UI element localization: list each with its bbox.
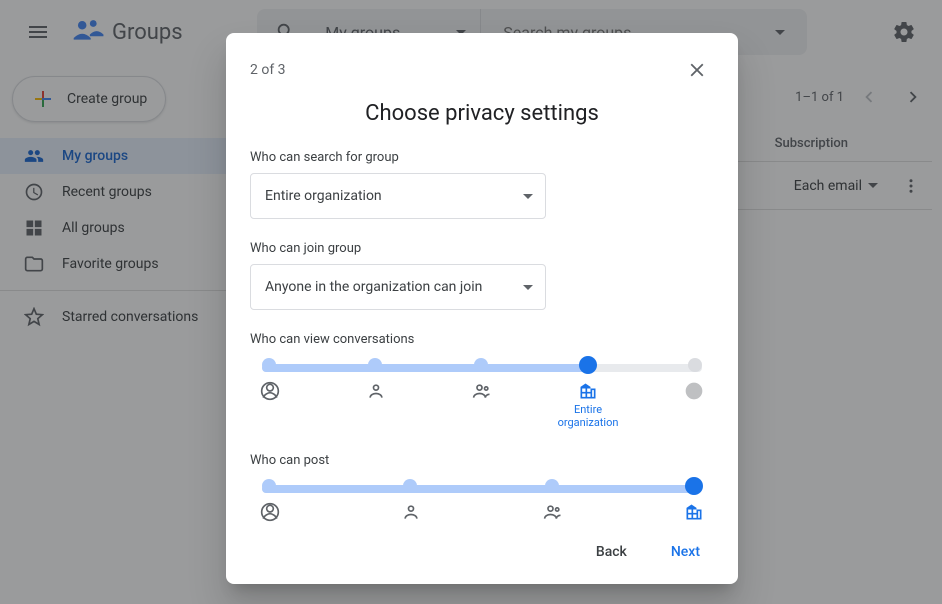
modal-header: 2 of 3 (226, 33, 738, 87)
step-indicator: 2 of 3 (250, 62, 286, 78)
privacy-settings-modal: 2 of 3 Choose privacy settings Who can s… (226, 33, 738, 584)
slider-who-can-view: Who can view conversations (250, 332, 714, 429)
slider-stop-selected[interactable] (580, 357, 596, 373)
slider-option-members (462, 381, 502, 429)
slider-stop[interactable] (262, 358, 276, 372)
slider-stop-selected[interactable] (686, 478, 702, 494)
slider-option-organization: Entire organization (674, 502, 714, 526)
slider-stop[interactable] (474, 358, 488, 372)
next-button[interactable]: Next (653, 536, 718, 568)
dropdown-arrow-icon (523, 194, 533, 199)
slider-option-text: Entire organization (558, 403, 619, 429)
field-label-join: Who can join group (250, 241, 714, 256)
slider-stop[interactable] (368, 358, 382, 372)
slider-stop[interactable] (262, 479, 276, 493)
select-who-can-search[interactable]: Entire organization (250, 173, 546, 219)
field-label-search: Who can search for group (250, 150, 714, 165)
slider-option-owners (250, 502, 290, 526)
dropdown-arrow-icon (523, 285, 533, 290)
slider-stop[interactable] (545, 479, 559, 493)
slider-option-managers (356, 381, 396, 429)
field-label-post: Who can post (250, 453, 714, 468)
slider-labels: Entire organization (250, 381, 714, 429)
select-value: Anyone in the organization can join (265, 279, 482, 295)
slider-stop-disabled (688, 358, 702, 372)
slider-who-can-post: Who can post (250, 453, 714, 526)
select-who-can-join[interactable]: Anyone in the organization can join (250, 264, 546, 310)
slider-stop[interactable] (403, 479, 417, 493)
modal-footer: Back Next (226, 526, 738, 584)
slider-labels: Entire organization (250, 502, 714, 526)
field-label-view: Who can view conversations (250, 332, 714, 347)
select-value: Entire organization (265, 188, 382, 204)
modal-body: Who can search for group Entire organiza… (226, 150, 738, 526)
slider-track[interactable] (262, 476, 702, 496)
slider-option-organization: Entire organization (568, 381, 608, 429)
close-button[interactable] (680, 53, 714, 87)
slider-option-members (533, 502, 573, 526)
slider-option-managers (391, 502, 431, 526)
slider-track[interactable] (262, 355, 702, 375)
slider-option-owners (250, 381, 290, 429)
slider-option-web (674, 381, 714, 429)
back-button[interactable]: Back (578, 536, 645, 568)
modal-title: Choose privacy settings (226, 87, 738, 150)
